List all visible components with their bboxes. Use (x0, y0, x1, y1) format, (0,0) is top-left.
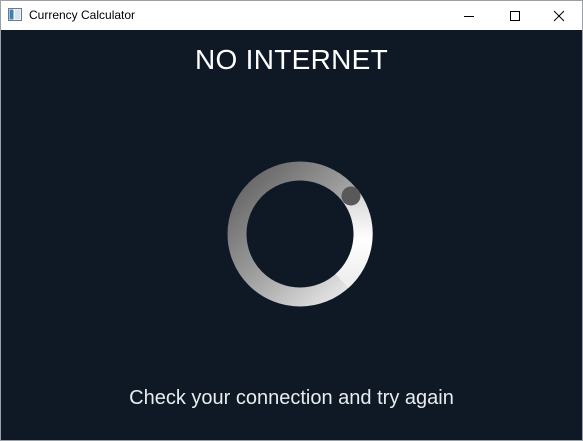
maximize-button[interactable] (492, 1, 538, 30)
window-app-icon (8, 8, 22, 21)
minimize-button[interactable] (446, 1, 492, 30)
close-button[interactable] (536, 1, 582, 30)
connection-message: Check your connection and try again (129, 387, 454, 409)
maximize-icon (510, 10, 520, 21)
title-bar[interactable]: Currency Calculator (1, 1, 582, 30)
window-title: Currency Calculator (29, 8, 136, 22)
close-icon (553, 10, 565, 21)
loading-spinner-icon (227, 161, 373, 307)
minimize-icon (464, 15, 474, 17)
app-window: Currency Calculator NO INTERNET Check yo… (0, 0, 583, 441)
no-internet-heading: NO INTERNET (194, 44, 389, 75)
main-content: NO INTERNET Check your connection and tr… (1, 30, 582, 440)
